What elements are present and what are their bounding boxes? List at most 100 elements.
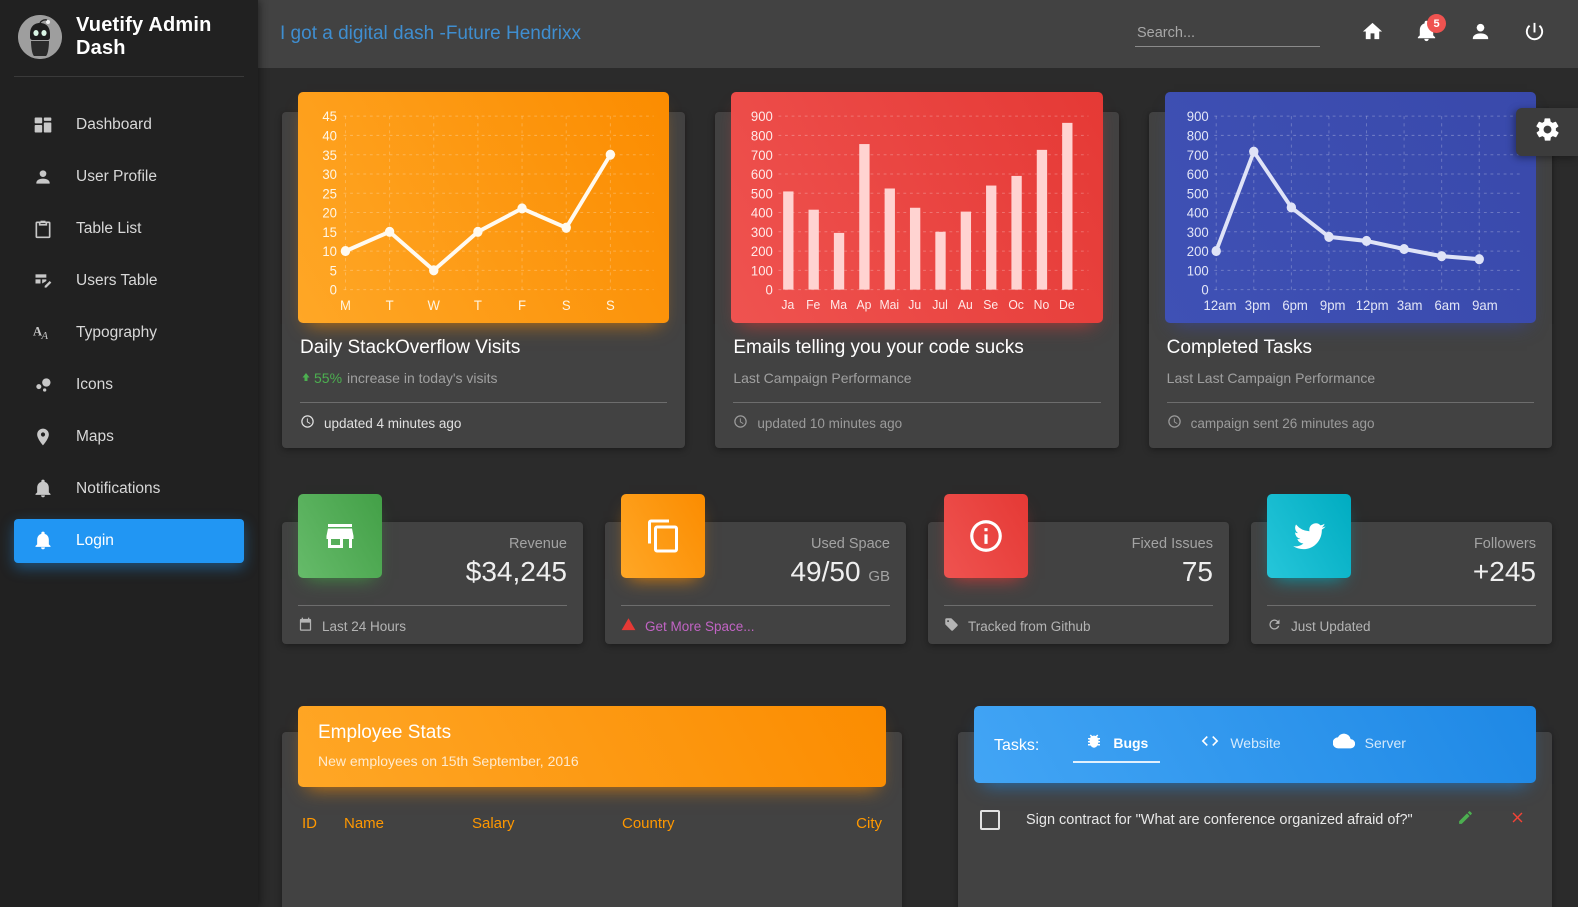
code-icon [1200,731,1220,754]
line-chart-svg: 4540 3530 2520 1510 50 M T W T F S S [322,109,654,313]
tasks-panel: Tasks: Bugs Website Server Sign contract… [958,706,1552,907]
column-header-city[interactable]: City [822,815,882,832]
sidebar-item-notifications[interactable]: Notifications [14,467,244,511]
svg-text:M: M [340,297,351,313]
clipboard-icon [32,218,54,240]
svg-text:300: 300 [751,224,773,240]
svg-text:100: 100 [751,263,773,279]
clock-icon [1167,414,1182,432]
svg-text:40: 40 [322,128,337,144]
stat-card-used-space: Used Space 49/50 GB Get More Space... [605,494,906,644]
map-pin-icon [32,426,54,448]
cloud-icon [1332,730,1355,755]
sidebar-item-icons[interactable]: Icons [14,363,244,407]
settings-button[interactable] [1516,108,1578,156]
stat-card-footer-text: Get More Space... [645,618,755,634]
edit-task-button[interactable] [1452,807,1478,833]
sidebar-item-login[interactable]: Login [14,519,244,563]
svg-text:30: 30 [322,167,337,183]
column-header-salary[interactable]: Salary [472,815,622,832]
chart-emails[interactable]: 900 800 700 600 500 400 300 200 100 0 Ja… [731,92,1103,323]
svg-text:Ja: Ja [782,297,796,312]
app-root: Vuetify Admin Dash Dashboard User Profil… [0,0,1578,907]
employee-table-header: ID Name Salary Country City [282,787,902,832]
chart-card-subtext: Last Last Campaign Performance [1166,370,1376,386]
tab-website[interactable]: Website [1188,727,1292,764]
chart-card-footer: campaign sent 26 minutes ago [1149,403,1552,436]
svg-text:300: 300 [1186,224,1208,240]
svg-text:12pm: 12pm [1355,297,1388,313]
tab-label: Server [1364,734,1406,751]
sidebar-item-label: Users Table [76,272,158,289]
task-checkbox[interactable] [980,810,1000,830]
tab-bugs[interactable]: Bugs [1073,728,1161,763]
stat-card-revenue: Revenue $34,245 Last 24 Hours [282,494,583,644]
stat-card-footer[interactable]: Get More Space... [621,606,890,635]
svg-text:45: 45 [322,109,337,125]
panel-subtitle: New employees on 15th September, 2016 [318,753,579,769]
chart-card-footer-text: campaign sent 26 minutes ago [1190,415,1375,431]
power-icon [1523,20,1546,48]
svg-text:100: 100 [1186,263,1208,279]
notifications-button[interactable]: 5 [1404,12,1448,56]
search-field[interactable] [1135,21,1320,47]
svg-text:6am: 6am [1434,297,1460,313]
panel-title: Employee Stats [318,722,452,743]
chart-completed-tasks[interactable]: 900 800 700 600 500 400 300 200 100 0 12… [1164,92,1536,323]
svg-text:6pm: 6pm [1282,297,1308,313]
chart-card-emails: 900 800 700 600 500 400 300 200 100 0 Ja… [715,92,1119,448]
stat-card-followers: Followers +245 Just Updated [1251,494,1552,644]
clock-icon [733,414,748,432]
bottom-panels-row: Employee Stats New employees on 15th Sep… [282,706,1552,907]
svg-text:25: 25 [322,186,337,202]
stat-card-footer: Tracked from Github [944,606,1213,635]
sidebar-item-label: Dashboard [76,116,152,133]
svg-text:0: 0 [330,282,338,298]
sidebar-item-typography[interactable]: AA Typography [14,311,244,355]
svg-text:600: 600 [751,167,773,183]
sidebar-item-user-profile[interactable]: User Profile [14,155,244,199]
sidebar-item-users-table[interactable]: Users Table [14,259,244,303]
calendar-icon [298,617,313,635]
sidebar-item-maps[interactable]: Maps [14,415,244,459]
tasks-tabs: Tasks: Bugs Website Server [994,722,1516,765]
column-header-country[interactable]: Country [622,815,822,832]
sidebar-item-dashboard[interactable]: Dashboard [14,103,244,147]
tab-server[interactable]: Server [1321,726,1418,765]
sidebar-item-label: Typography [76,324,157,341]
chart-daily-visits[interactable]: 45 40 35 30 25 20 15 10 50 M T W T F S S [298,92,670,323]
chart-card-body: Daily StackOverflow Visits 55% increase … [282,323,685,386]
bubble-icon [32,374,54,396]
brand[interactable]: Vuetify Admin Dash [0,0,258,76]
bell-icon [32,478,54,500]
delete-task-button[interactable] [1504,807,1530,833]
chart-card-title: Emails telling you your code sucks [733,337,1024,358]
sidebar-item-table-list[interactable]: Table List [14,207,244,251]
logout-button[interactable] [1512,12,1556,56]
search-input[interactable] [1135,21,1320,47]
employee-stats-panel: Employee Stats New employees on 15th Sep… [282,706,902,907]
svg-text:600: 600 [1186,167,1208,183]
account-button[interactable] [1458,12,1502,56]
home-button[interactable] [1350,12,1394,56]
svg-text:9am: 9am [1472,297,1498,313]
chart-card-daily-visits: 45 40 35 30 25 20 15 10 50 M T W T F S S… [282,92,686,448]
column-header-name[interactable]: Name [344,815,472,832]
sidebar-item-label: Icons [76,376,114,393]
svg-text:W: W [428,297,440,313]
chart-card-subtitle: Last Last Campaign Performance [1167,370,1534,386]
chart-card-footer: updated 4 minutes ago [282,403,685,436]
svg-text:9pm: 9pm [1320,297,1346,313]
arrow-up-icon [300,370,312,386]
svg-text:Oc: Oc [1009,297,1025,312]
svg-text:800: 800 [751,128,773,144]
chart-card-subtitle: 55% increase in today's visits [300,370,667,386]
home-icon [1361,20,1384,48]
svg-text:A: A [40,330,48,342]
column-header-id[interactable]: ID [302,815,344,832]
stat-card-number: 49/50 [790,556,861,587]
svg-text:Ma: Ma [830,297,848,312]
svg-text:700: 700 [1186,147,1208,163]
main-area: I got a digital dash -Future Hendrixx 5 [258,0,1578,907]
gear-icon [1534,116,1561,148]
